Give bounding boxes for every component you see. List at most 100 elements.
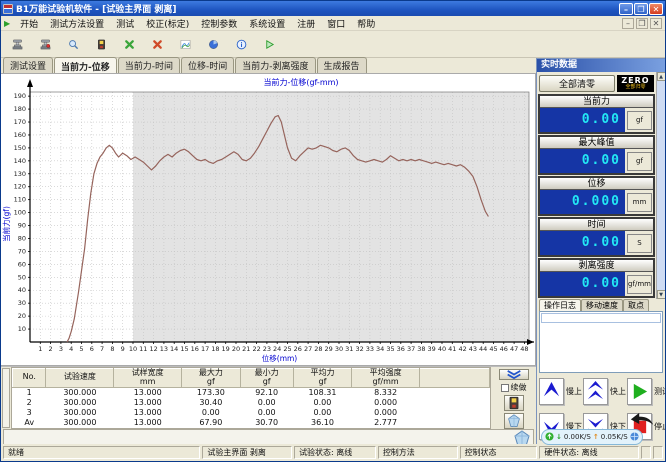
svg-text:41: 41 [448,345,456,353]
status-blank-1 [653,446,663,459]
status-blank-0 [641,446,651,459]
child-close-button[interactable]: ✕ [650,18,662,29]
toolbar-machine-icon[interactable] [5,32,30,56]
cell-1-5: 0.00 [293,398,352,408]
svg-text:31: 31 [345,345,353,353]
red-x-icon [152,34,163,55]
globe-icon [630,432,639,443]
zero-all-button[interactable]: 全部清零 [539,75,615,92]
toolbar-magnifier-icon[interactable] [61,32,86,56]
menu-item-4[interactable]: 控制参数 [195,17,243,30]
menu-item-6[interactable]: 注册 [291,17,321,30]
tab-当前力-剥离强度[interactable]: 当前力-剥离强度 [235,57,315,73]
menu-item-2[interactable]: 测试 [110,17,140,30]
table-row[interactable]: 1300.00013.000173.3092.10108.318.332 [13,387,490,398]
table-row[interactable]: Av300.00013.00067.9030.7036.102.777 [13,418,490,428]
restore-button[interactable]: ❐ [634,3,648,15]
jog-test: 测试 [627,375,666,409]
metric-displacement-value: 0.000 [540,190,625,214]
cell-3-3: 67.90 [182,418,241,428]
log-area[interactable] [539,311,663,373]
tab-当前力-位移[interactable]: 当前力-位移 [54,57,117,74]
svg-text:26: 26 [294,345,302,353]
jog-fast-up-button[interactable] [583,378,608,405]
toolbar-start-icon[interactable] [257,32,282,56]
toolbar-machine-offline-icon[interactable] [33,32,58,56]
cell-0-3: 173.30 [182,387,241,398]
svg-text:50: 50 [18,273,26,281]
scroll-down-icon[interactable]: ▼ [657,290,666,299]
svg-text:34: 34 [376,345,384,353]
child-minimize-button[interactable]: – [622,18,634,29]
toolbar-curves-icon[interactable] [173,32,198,56]
results-region: No.试验速度试样宽度mm最大力gf最小力gf平均力gf平均强度gf/mm130… [1,366,536,429]
status-1: 试验主界面 剥离 [202,446,292,459]
svg-text:22: 22 [252,345,260,353]
save-icon [96,34,107,55]
save-result-button[interactable] [504,395,524,411]
toolbar-green-x-icon[interactable] [117,32,142,56]
minimize-button[interactable]: – [619,3,633,15]
menu-bar: ▶ 开始测试方法设置测试校正(标定)控制参数系统设置注册窗口帮助 – ❐ ✕ [1,16,665,31]
log-input[interactable] [541,313,661,323]
netmeter-icon [545,432,554,443]
svg-text:i: i [240,41,242,48]
svg-text:13: 13 [160,345,168,353]
scroll-up-icon[interactable]: ▲ [657,72,666,81]
svg-text:36: 36 [397,345,405,353]
tab-测试设置[interactable]: 测试设置 [3,57,53,73]
continue-checkbox[interactable]: 续做 [501,382,527,393]
start-arrow-icon: ▶ [4,19,10,28]
log-tab-取点[interactable]: 取点 [623,299,649,311]
metric-peel-strength-value: 0.00 [540,272,625,296]
checkbox-label: 续做 [511,382,527,393]
view-tabs: 测试设置当前力-位移当前力-时间位移-时间当前力-剥离强度生成报告 [1,58,536,73]
force-displacement-chart: 1234567891011121314151617181920212223242… [1,74,535,365]
menu-item-7[interactable]: 窗口 [321,17,351,30]
jog-slow-up: 慢上 [539,375,582,409]
metric-time-unit: S [627,234,652,253]
svg-text:15: 15 [180,345,188,353]
close-button[interactable]: ✕ [649,3,663,15]
status-bar: 就绪试验主界面 剥离试验状态: 离线控制方法控制状态硬件状态: 离线 [1,444,665,461]
toolbar-save-icon[interactable] [89,32,114,56]
gem-icon[interactable] [513,430,531,445]
metric-max-peak-label: 最大峰值 [540,137,653,149]
jog-fast-up-label: 快上 [610,386,626,397]
svg-text:120: 120 [14,183,26,191]
svg-text:20: 20 [232,345,240,353]
table-row[interactable]: 3300.00013.0000.000.000.000.000 [13,408,490,418]
metric-peel-strength-label: 剥离强度 [540,260,653,272]
menu-item-8[interactable]: 帮助 [351,17,381,30]
gem-button[interactable] [504,413,524,429]
collapse-table-button[interactable] [499,369,529,380]
menu-item-5[interactable]: 系统设置 [243,17,291,30]
menu-item-1[interactable]: 测试方法设置 [44,17,110,30]
svg-text:28: 28 [314,345,322,353]
zero-badge[interactable]: ZERO 全部归零 [617,75,654,92]
realtime-scrollbar[interactable]: ▲ ▼ [656,72,665,299]
svg-text:43: 43 [469,345,477,353]
log-tab-操作日志[interactable]: 操作日志 [539,299,581,311]
jog-slow-up-button[interactable] [539,378,564,405]
svg-text:6: 6 [90,345,94,353]
undo-arrow-icon[interactable] [629,411,655,425]
menu-item-3[interactable]: 校正(标定) [140,17,195,30]
download-speed: 0.00K/S [564,433,591,441]
svg-text:7: 7 [100,345,104,353]
metric-max-peak-unit: gf [627,152,652,171]
svg-text:37: 37 [407,345,415,353]
table-row[interactable]: 2300.00013.00030.400.000.000.000 [13,398,490,408]
checkbox-box[interactable] [501,384,509,392]
menu-item-0[interactable]: 开始 [14,17,44,30]
upload-speed: 0.05K/S [601,433,628,441]
tab-当前力-时间[interactable]: 当前力-时间 [118,57,180,73]
child-restore-button[interactable]: ❐ [636,18,648,29]
log-tab-移动速度[interactable]: 移动速度 [581,299,623,311]
toolbar-info-icon[interactable]: i [229,32,254,56]
tab-生成报告[interactable]: 生成报告 [317,57,367,73]
toolbar-pie-chart-icon[interactable] [201,32,226,56]
jog-test-button[interactable] [627,378,652,405]
tab-位移-时间[interactable]: 位移-时间 [181,57,234,73]
toolbar-red-x-icon[interactable] [145,32,170,56]
